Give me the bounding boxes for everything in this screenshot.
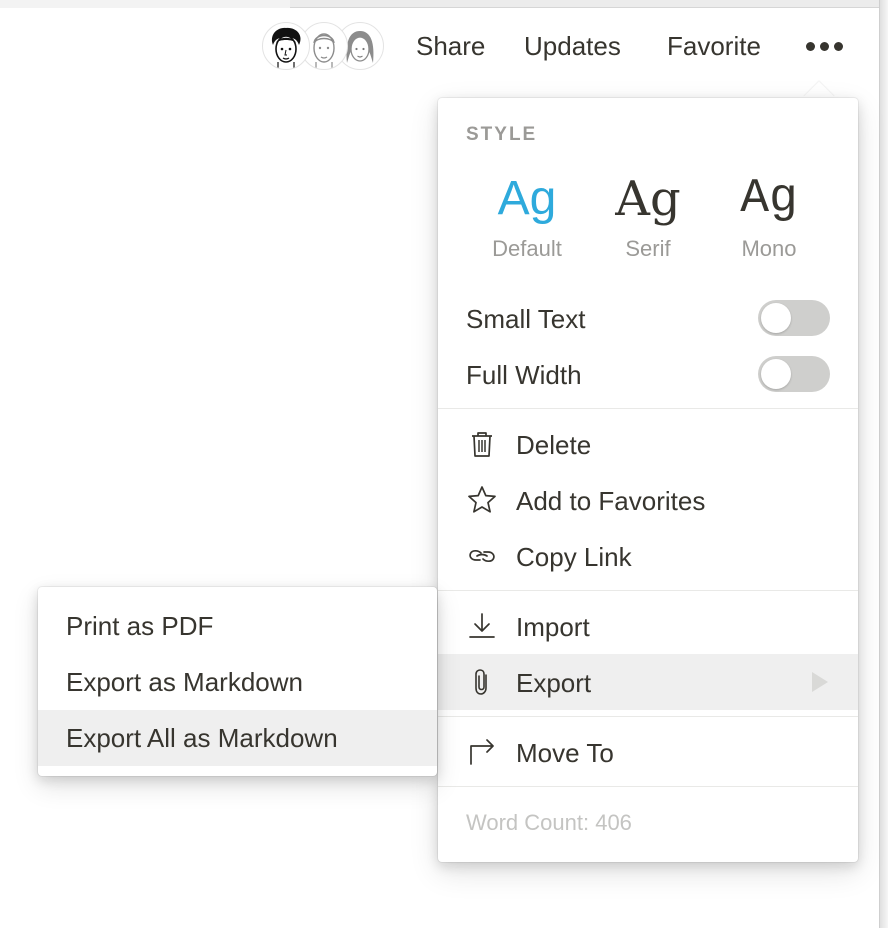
style-label-mono: Mono	[741, 236, 797, 261]
move-to-label: Move To	[516, 738, 614, 768]
style-sample-serif: Ag	[615, 171, 681, 227]
share-button[interactable]: Share	[416, 31, 485, 62]
toggle-knob	[761, 359, 791, 389]
menu-divider	[438, 408, 858, 409]
style-section-title: STYLE	[466, 124, 538, 145]
more-horizontal-icon[interactable]	[802, 32, 846, 62]
user-avatar-1[interactable]	[262, 22, 310, 70]
star-icon	[468, 486, 496, 513]
style-sample-mono: Ag	[740, 172, 798, 226]
export-label: Export	[516, 668, 592, 698]
delete-menu-item[interactable]: Delete	[438, 416, 858, 472]
full-width-row: Full Width	[466, 356, 830, 396]
style-label-serif: Serif	[625, 236, 671, 261]
export-menu-item[interactable]: Export	[438, 654, 858, 710]
topbar: Share Updates Favorite	[0, 18, 880, 74]
full-width-toggle[interactable]	[758, 356, 830, 392]
export-as-markdown-item[interactable]: Export as Markdown	[38, 654, 437, 710]
small-text-label: Small Text	[466, 304, 586, 334]
import-menu-item[interactable]: Import	[438, 598, 858, 654]
print-as-pdf-label: Print as PDF	[66, 611, 214, 641]
window-right-edge	[879, 0, 888, 928]
page-options-menu: STYLE Ag Default Ag Serif Ag Mono Small …	[438, 98, 858, 862]
menu-divider	[438, 590, 858, 591]
copy-link-menu-item[interactable]: Copy Link	[438, 528, 858, 584]
download-icon	[469, 613, 495, 638]
style-option-mono[interactable]: Ag Mono	[708, 168, 830, 262]
toggle-knob	[761, 303, 791, 333]
add-to-favorites-menu-item[interactable]: Add to Favorites	[438, 472, 858, 528]
add-to-favorites-label: Add to Favorites	[516, 486, 706, 516]
link-icon	[469, 549, 495, 563]
style-sample-default: Ag	[497, 172, 557, 225]
export-all-as-markdown-item[interactable]: Export All as Markdown	[38, 710, 437, 766]
window-top-strip	[0, 0, 888, 8]
updates-button[interactable]: Updates	[524, 31, 621, 62]
word-count: Word Count: 406	[466, 810, 632, 835]
print-as-pdf-item[interactable]: Print as PDF	[38, 598, 437, 654]
import-label: Import	[516, 612, 590, 642]
corner-up-right-icon	[470, 739, 494, 765]
browser-tab-fragment	[290, 0, 888, 8]
export-all-as-markdown-label: Export All as Markdown	[66, 723, 338, 753]
style-label-default: Default	[492, 236, 562, 261]
menu-divider	[438, 716, 858, 717]
submenu-arrow-icon	[812, 672, 828, 692]
style-option-serif[interactable]: Ag Serif	[587, 168, 709, 262]
collaborator-avatars[interactable]	[262, 22, 384, 70]
export-submenu: Print as PDF Export as Markdown Export A…	[38, 587, 437, 776]
delete-label: Delete	[516, 430, 592, 460]
trash-icon	[472, 432, 492, 457]
copy-link-label: Copy Link	[516, 542, 632, 572]
favorite-button[interactable]: Favorite	[667, 31, 761, 62]
small-text-toggle[interactable]	[758, 300, 830, 336]
small-text-row: Small Text	[466, 300, 830, 340]
paperclip-icon	[475, 669, 487, 695]
menu-divider	[438, 786, 858, 787]
style-option-default[interactable]: Ag Default	[466, 168, 588, 262]
export-as-markdown-label: Export as Markdown	[66, 667, 303, 697]
full-width-label: Full Width	[466, 360, 582, 390]
move-to-menu-item[interactable]: Move To	[438, 724, 858, 780]
